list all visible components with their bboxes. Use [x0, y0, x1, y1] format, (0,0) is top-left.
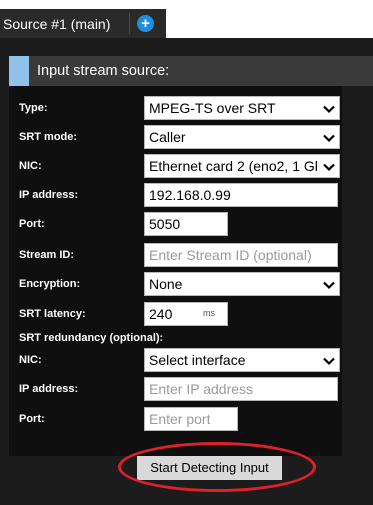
tab-divider	[129, 13, 130, 34]
stream-id-label: Stream ID:	[19, 249, 75, 261]
srt-latency-value: 240	[149, 306, 173, 322]
redundancy-nic-select[interactable]: Select interface	[144, 348, 340, 372]
redundancy-port-input[interactable]: Enter port	[144, 407, 238, 431]
encryption-select[interactable]: None	[144, 272, 340, 296]
port-label: Port:	[19, 218, 45, 230]
chevron-down-icon	[323, 357, 335, 366]
add-tab-icon[interactable]: +	[137, 15, 154, 32]
stream-id-input[interactable]: Enter Stream ID (optional)	[144, 243, 338, 267]
ip-address-value: 192.168.0.99	[149, 187, 231, 203]
tab-label: Source #1 (main)	[3, 15, 111, 32]
chevron-down-icon	[323, 105, 335, 114]
redundancy-port-label: Port:	[19, 413, 45, 425]
encryption-label: Encryption:	[19, 278, 81, 290]
type-value: MPEG-TS over SRT	[149, 100, 276, 116]
nic-select[interactable]: Ethernet card 2 (eno2, 1 Gb	[144, 154, 340, 178]
section-accent-bar	[9, 56, 29, 86]
section-title: Input stream source:	[37, 63, 170, 79]
port-input[interactable]: 5050	[144, 212, 228, 236]
srt-mode-label: SRT mode:	[19, 131, 78, 143]
section-header: Input stream source:	[9, 56, 373, 86]
port-value: 5050	[149, 216, 181, 232]
redundancy-ip-address-placeholder: Enter IP address	[149, 381, 254, 397]
ip-address-label: IP address:	[19, 189, 79, 201]
redundancy-heading: SRT redundancy (optional):	[19, 332, 164, 344]
type-select[interactable]: MPEG-TS over SRT	[144, 96, 340, 120]
redundancy-nic-value: Select interface	[149, 352, 246, 368]
chevron-down-icon	[323, 163, 335, 172]
chevron-down-icon	[323, 281, 335, 290]
encryption-value: None	[149, 276, 183, 292]
nic-value: Ethernet card 2 (eno2, 1 Gb	[149, 158, 317, 174]
nic-label: NIC:	[19, 160, 42, 172]
ip-address-input[interactable]: 192.168.0.99	[144, 183, 338, 207]
srt-latency-input[interactable]: 240 ms	[144, 302, 228, 326]
redundancy-nic-label: NIC:	[19, 354, 42, 366]
tab-source-1-main[interactable]: Source #1 (main) +	[0, 9, 166, 38]
stream-id-placeholder: Enter Stream ID (optional)	[149, 247, 312, 263]
redundancy-ip-address-input[interactable]: Enter IP address	[144, 377, 338, 401]
input-stream-form: Type: MPEG-TS over SRT SRT mode: Caller …	[9, 86, 342, 456]
srt-mode-value: Caller	[149, 129, 186, 145]
srt-latency-unit: ms	[203, 308, 215, 318]
chevron-down-icon	[323, 134, 335, 143]
highlight-annotation-ellipse	[118, 442, 316, 492]
redundancy-port-placeholder: Enter port	[149, 411, 211, 427]
source-panel: Input stream source: Type: MPEG-TS over …	[0, 38, 373, 505]
type-label: Type:	[19, 102, 48, 114]
redundancy-ip-address-label: IP address:	[19, 383, 79, 395]
srt-latency-label: SRT latency:	[19, 308, 86, 320]
srt-mode-select[interactable]: Caller	[144, 125, 340, 149]
